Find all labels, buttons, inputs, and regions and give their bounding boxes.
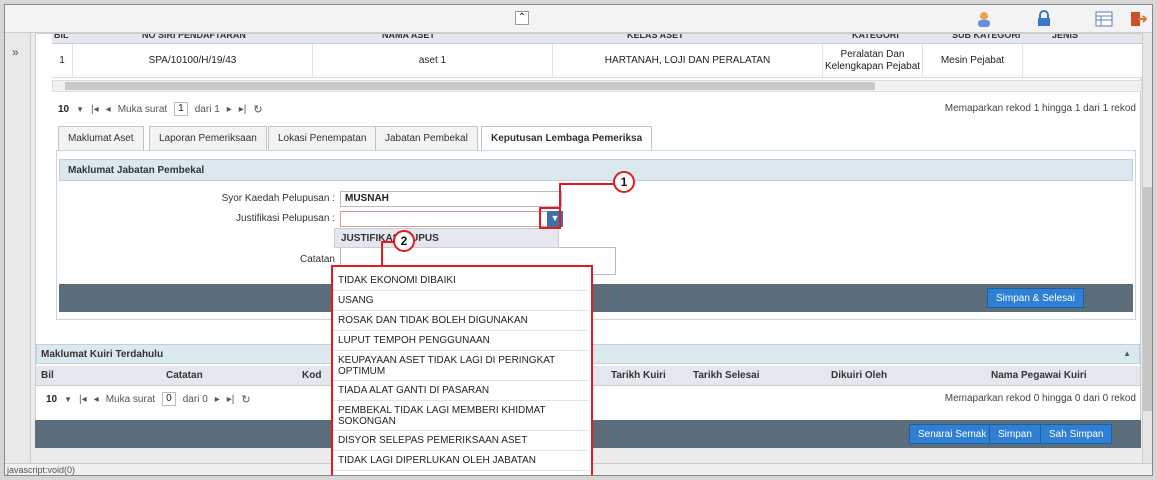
table-row[interactable]: 1 SPA/10100/H/19/43 aset 1 HARTANAH, LOJ… (52, 44, 1142, 78)
col-kategori: KATEGORI (852, 34, 899, 40)
kuiri-col-catatan: Catatan (166, 370, 203, 381)
row-kategori: Peralatan Dan Kelengkapan Pejabat (822, 44, 922, 78)
tab-laporan-pemeriksaan[interactable]: Laporan Pemeriksaan (149, 126, 267, 150)
row-jenis (1022, 44, 1132, 78)
syor-label: Syor Kaedah Pelupusan : (221, 193, 335, 204)
kuiri-pager-status: Memaparkan rekod 0 hingga 0 dari 0 rekod (944, 393, 1136, 404)
kuiri-col-tarikh-kuiri: Tarikh Kuiri (611, 370, 666, 381)
h-scrollbar-thumb[interactable] (65, 82, 875, 90)
col-jenis: JENIS (1052, 34, 1079, 40)
justifikasi-dropdown-header: JUSTIFIKASI LUPUS (334, 228, 559, 248)
kuiri-col-kod: Kod (302, 370, 322, 381)
form-action-bar (59, 284, 1133, 312)
annotation-callout-2: 2 (393, 230, 415, 252)
kuiri-title-text: Maklumat Kuiri Terdahulu (41, 349, 164, 360)
expand-panel-icon[interactable]: » (12, 45, 19, 59)
syor-select[interactable]: MUSNAH (340, 191, 562, 207)
chevron-down-icon[interactable]: ▼ (76, 105, 84, 114)
logout-icon[interactable] (1129, 10, 1148, 28)
next-page-icon[interactable]: ▸ (215, 394, 220, 405)
annotation-connector-2b (381, 241, 383, 267)
page-label: Muka surat (117, 103, 168, 115)
annotation-connector-1b (559, 183, 561, 209)
row-nama-aset: aset 1 (312, 44, 552, 78)
col-bil: BIL (54, 34, 69, 40)
refresh-icon[interactable]: ↻ (253, 103, 262, 116)
senarai-semak-button[interactable]: Senarai Semak (909, 424, 996, 444)
page-size-select[interactable]: 10 (58, 104, 69, 115)
first-page-icon[interactable]: |◂ (79, 394, 87, 405)
annotation-highlight-list (331, 265, 593, 475)
justifikasi-label: Justifikasi Pelupusan : (236, 213, 335, 224)
refresh-icon[interactable]: ↻ (241, 393, 250, 406)
catatan-label: Catatan (299, 254, 335, 265)
user-icon[interactable] (975, 10, 993, 28)
grid-view-icon[interactable] (1095, 10, 1113, 28)
kuiri-page-number-input[interactable]: 0 (162, 392, 176, 406)
collapse-section-icon[interactable]: ▲ (1123, 349, 1131, 358)
tab-keputusan-lembaga[interactable]: Keputusan Lembaga Pemeriksa (481, 126, 653, 151)
kuiri-col-dikuiri-oleh: Dikuiri Oleh (831, 370, 888, 381)
col-nama-aset: NAMA ASET (382, 34, 435, 40)
app-window: ⌃ » BIL NO SIRI PENDAFTARAN NAMA ASET KE… (4, 4, 1153, 476)
sah-simpan-button[interactable]: Sah Simpan (1040, 424, 1113, 444)
tab-lokasi-penempatan[interactable]: Lokasi Penempatan (268, 126, 377, 150)
page-total: dari 1 (194, 103, 220, 115)
annotation-callout-1: 1 (613, 171, 635, 193)
tab-jabatan-pembekal[interactable]: Jabatan Pembekal (375, 126, 478, 150)
kuiri-col-nama-pegawai: Nama Pegawai Kuiri (991, 370, 1087, 381)
table-h-scrollbar[interactable] (52, 80, 1142, 92)
row-sub-kategori: Mesin Pejabat (922, 44, 1022, 78)
simpan-button[interactable]: Simpan (989, 424, 1041, 444)
section-title: Maklumat Jabatan Pembekal (59, 159, 1133, 181)
col-kelas-aset: KELAS ASET (627, 34, 684, 40)
prev-page-icon[interactable]: ◂ (106, 104, 111, 115)
kuiri-page-size-select[interactable]: 10 (46, 394, 57, 405)
asset-table-header: BIL NO SIRI PENDAFTARAN NAMA ASET KELAS … (52, 34, 1142, 44)
lock-icon[interactable] (1035, 10, 1053, 28)
col-no-siri: NO SIRI PENDAFTARAN (142, 34, 246, 40)
kuiri-page-label: Muka surat (105, 393, 156, 405)
kuiri-col-tarikh-selesai: Tarikh Selesai (693, 370, 760, 381)
next-page-icon[interactable]: ▸ (227, 104, 232, 115)
last-page-icon[interactable]: ▸| (227, 394, 235, 405)
tab-maklumat-aset[interactable]: Maklumat Aset (58, 126, 144, 150)
side-panel: » (5, 33, 31, 463)
kuiri-pager: 10 ▼ |◂ ◂ Muka surat 0 dari 0 ▸ ▸| ↻ (46, 391, 251, 407)
justifikasi-select[interactable] (340, 211, 562, 227)
top-toolbar: ⌃ (5, 5, 1152, 33)
col-sub-kategori: SUB KATEGORI (952, 34, 1021, 40)
annotation-highlight-chevron (539, 207, 561, 229)
simpan-selesai-button[interactable]: Simpan & Selesai (987, 288, 1084, 308)
page-v-scrollbar-thumb[interactable] (1143, 187, 1152, 411)
form-panel: Maklumat Jabatan Pembekal Syor Kaedah Pe… (56, 150, 1136, 320)
kuiri-page-total: dari 0 (182, 393, 208, 405)
status-bar-text: javascript:void(0) (7, 465, 76, 475)
kuiri-col-bil: Bil (41, 370, 54, 381)
row-kelas-aset: HARTANAH, LOJI DAN PERALATAN (552, 44, 822, 78)
prev-page-icon[interactable]: ◂ (94, 394, 99, 405)
annotation-connector-1 (559, 183, 617, 185)
asset-pager-status: Memaparkan rekod 1 hingga 1 dari 1 rekod (944, 103, 1136, 114)
asset-pager: 10 ▼ |◂ ◂ Muka surat 1 dari 1 ▸ ▸| ↻ (58, 101, 263, 117)
first-page-icon[interactable]: |◂ (91, 104, 99, 115)
row-no-siri: SPA/10100/H/19/43 (72, 44, 312, 78)
last-page-icon[interactable]: ▸| (239, 104, 247, 115)
chevron-down-icon[interactable]: ▼ (64, 395, 72, 404)
tab-strip: Maklumat Aset Laporan Pemeriksaan Lokasi… (56, 126, 1126, 151)
collapse-header-icon[interactable]: ⌃ (515, 11, 529, 25)
page-number-input[interactable]: 1 (174, 102, 188, 116)
row-bil: 1 (59, 55, 65, 66)
